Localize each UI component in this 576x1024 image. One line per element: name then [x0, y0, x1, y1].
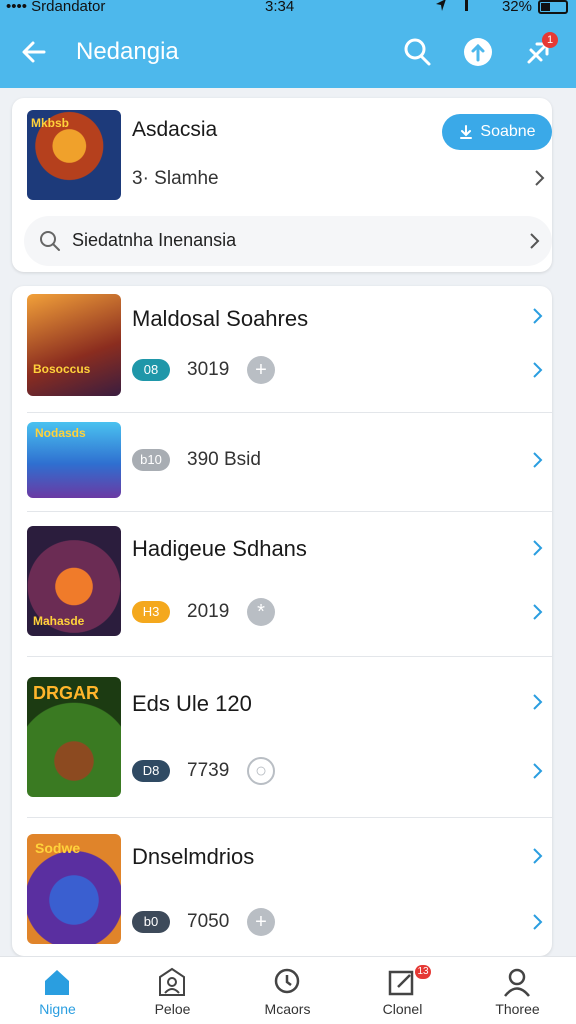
- home-icon: [45, 970, 69, 995]
- chevron-right-icon[interactable]: [530, 360, 544, 380]
- chevron-right-icon[interactable]: [530, 450, 544, 470]
- game-thumbnail[interactable]: Mahasde: [27, 526, 121, 636]
- game-title: Dnselmdrios: [132, 844, 255, 869]
- download-icon: [460, 125, 473, 139]
- signal-icon: [465, 0, 468, 11]
- thumbnail-text: DRGAR: [33, 683, 99, 703]
- chevron-right-icon[interactable]: [530, 761, 544, 781]
- thumbnail-text: Sodwe: [35, 840, 81, 856]
- nav-item-home[interactable]: Nigne: [0, 957, 115, 1024]
- chevron-right-icon: [530, 233, 540, 249]
- thumbnail-text: Mahasde: [33, 614, 85, 628]
- clock: 3:34: [265, 0, 295, 15]
- status-badge: b10: [132, 449, 170, 471]
- game-count: 7050: [187, 911, 230, 932]
- status-badge: b0: [132, 911, 170, 933]
- status-badge: H3: [132, 601, 170, 623]
- bottom-nav: Nigne Peloe Mcaors 13 Clonel Thoree: [0, 956, 576, 1024]
- status-badge: 08: [132, 359, 170, 381]
- list-item[interactable]: Mahasde Hadigeue Sdhans H3 2019 *: [12, 512, 552, 656]
- add-button[interactable]: +: [247, 908, 275, 936]
- status-bar: •••• Srdandator 3:34 32%: [0, 0, 576, 16]
- back-arrow-icon[interactable]: [18, 36, 50, 68]
- featured-card[interactable]: Mkbsb Asdacsia 3· Slamhe Soabne Siedatnh…: [12, 98, 552, 272]
- search-text: Siedatnha Inenansia: [72, 230, 237, 250]
- list-item[interactable]: Bosoccus Maldosal Soahres 08 3019 +: [12, 286, 552, 412]
- battery-icon: [538, 0, 568, 14]
- nav-badge: 13: [415, 965, 431, 979]
- thumbnail-text: Nodasds: [35, 426, 86, 440]
- game-count: 390 Bsid: [187, 449, 261, 470]
- search-bar[interactable]: Siedatnha Inenansia: [24, 216, 552, 266]
- nav-item-messages[interactable]: 13 Clonel: [345, 957, 460, 1024]
- thumbnail-text: Mkbsb: [31, 116, 70, 130]
- download-button[interactable]: Soabne: [442, 114, 552, 150]
- profile-card-icon: [159, 967, 185, 996]
- chevron-right-icon[interactable]: [532, 168, 546, 188]
- game-title: Hadigeue Sdhans: [132, 536, 307, 561]
- nav-label: Peloe: [154, 1001, 191, 1017]
- user-icon: [504, 968, 530, 997]
- add-button[interactable]: *: [247, 598, 275, 626]
- upload-icon[interactable]: [462, 36, 494, 68]
- nav-item-profile[interactable]: Thoree: [460, 957, 575, 1024]
- page-title: Nedangia: [76, 38, 179, 65]
- carrier-label: •••• Srdandator: [6, 0, 106, 15]
- nav-item-people[interactable]: Peloe: [115, 957, 230, 1024]
- location-icon: [436, 0, 446, 11]
- clock-icon: [274, 968, 300, 994]
- featured-subtitle: 3· Slamhe: [132, 168, 219, 189]
- app-header-bar: •••• Srdandator 3:34 32% Nedangia 1: [0, 0, 576, 88]
- edit-icon: [388, 970, 414, 996]
- list-item[interactable]: DRGAR Eds Ule 120 D8 7739 ○: [12, 657, 552, 817]
- game-title: Maldosal Soahres: [132, 306, 309, 331]
- chevron-right-icon[interactable]: [530, 846, 544, 866]
- game-thumbnail[interactable]: DRGAR: [27, 677, 121, 797]
- game-thumbnail[interactable]: Bosoccus: [27, 294, 121, 396]
- nav-item-timer[interactable]: Mcaors: [230, 957, 345, 1024]
- nav-label: Mcaors: [264, 1001, 311, 1017]
- notification-badge: 1: [542, 32, 558, 48]
- game-list: Bosoccus Maldosal Soahres 08 3019 + Noda…: [12, 286, 552, 956]
- status-badge: D8: [132, 760, 170, 782]
- list-item[interactable]: Nodasds b10 390 Bsid: [12, 413, 552, 511]
- nav-label: Nigne: [39, 1001, 76, 1017]
- featured-name: Asdacsia: [132, 118, 218, 141]
- chevron-right-icon[interactable]: [530, 602, 544, 622]
- game-count: 7739: [187, 760, 230, 781]
- add-button[interactable]: +: [247, 356, 275, 384]
- thumbnail-text: Bosoccus: [33, 362, 91, 376]
- game-count: 2019: [187, 601, 230, 622]
- add-button[interactable]: ○: [247, 757, 275, 785]
- chevron-right-icon[interactable]: [530, 306, 544, 326]
- download-button-label: Soabne: [480, 123, 536, 140]
- game-thumbnail[interactable]: Sodwe: [27, 834, 121, 944]
- list-item[interactable]: Sodwe Dnselmdrios b0 7050 +: [12, 818, 552, 956]
- nav-label: Thoree: [495, 1001, 540, 1017]
- game-count: 3019: [187, 359, 230, 380]
- featured-game-thumbnail[interactable]: Mkbsb: [27, 110, 121, 200]
- battery-percent: 32%: [501, 0, 532, 15]
- game-title: Eds Ule 120: [132, 691, 252, 716]
- nav-label: Clonel: [382, 1001, 423, 1017]
- chevron-right-icon[interactable]: [530, 912, 544, 932]
- game-thumbnail[interactable]: Nodasds: [27, 422, 121, 498]
- chevron-right-icon[interactable]: [530, 538, 544, 558]
- search-icon: [40, 231, 60, 251]
- chevron-right-icon[interactable]: [530, 692, 544, 712]
- search-icon[interactable]: [401, 36, 433, 68]
